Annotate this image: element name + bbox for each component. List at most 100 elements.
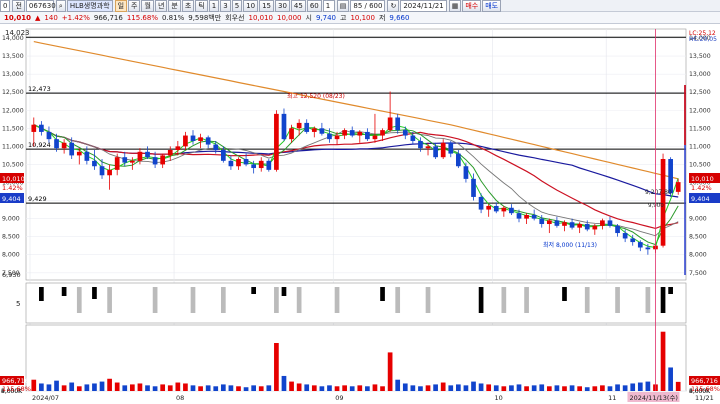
- candle-body[interactable]: [440, 142, 446, 158]
- candle-body[interactable]: [84, 151, 90, 161]
- candle-body[interactable]: [637, 242, 643, 248]
- candle-body[interactable]: [122, 157, 128, 163]
- stock-name-field[interactable]: HLB생명과학: [66, 0, 113, 12]
- candle-body[interactable]: [61, 142, 67, 149]
- candle-body[interactable]: [349, 130, 355, 136]
- candle-body[interactable]: [569, 222, 575, 228]
- candle-body[interactable]: [167, 149, 173, 156]
- candle-body[interactable]: [455, 153, 461, 167]
- sell-button[interactable]: 매도: [482, 0, 502, 12]
- period-day-button[interactable]: 일: [114, 0, 128, 12]
- candle-body[interactable]: [577, 224, 583, 228]
- interval-3-button[interactable]: 3: [220, 0, 231, 12]
- candle-body[interactable]: [258, 160, 264, 169]
- candle-body[interactable]: [493, 205, 499, 212]
- settings-icon[interactable]: ▤: [336, 0, 350, 12]
- market-type-button[interactable]: 전: [12, 0, 25, 12]
- refresh-icon[interactable]: ↻: [387, 0, 400, 12]
- candle-body[interactable]: [395, 117, 401, 131]
- candle-body[interactable]: [546, 220, 552, 225]
- candle-body[interactable]: [630, 238, 636, 243]
- candle-body[interactable]: [372, 135, 378, 140]
- candle-body[interactable]: [137, 151, 143, 161]
- candle-body[interactable]: [554, 220, 560, 226]
- candle-body[interactable]: [365, 131, 370, 140]
- candle-body[interactable]: [334, 135, 340, 140]
- candle-body[interactable]: [236, 159, 241, 167]
- interval-60-button[interactable]: 60: [306, 0, 322, 12]
- candle-body[interactable]: [478, 196, 484, 210]
- candle-body[interactable]: [675, 182, 681, 192]
- candle-body[interactable]: [114, 157, 120, 170]
- candle-body[interactable]: [92, 160, 97, 167]
- candle-body[interactable]: [471, 178, 476, 197]
- candle-body[interactable]: [524, 214, 529, 219]
- period-tick-button[interactable]: 틱: [195, 0, 208, 12]
- candle-body[interactable]: [190, 135, 196, 141]
- candle-body[interactable]: [539, 218, 545, 225]
- count-input[interactable]: 1: [322, 0, 335, 12]
- interval-15-button[interactable]: 15: [259, 0, 274, 12]
- candle-body[interactable]: [357, 131, 363, 136]
- candle-body[interactable]: [213, 144, 219, 150]
- candle-body[interactable]: [418, 140, 423, 149]
- candle-body[interactable]: [387, 117, 393, 131]
- interval-10-button[interactable]: 10: [243, 0, 259, 12]
- candle-body[interactable]: [402, 130, 408, 136]
- candle-body[interactable]: [39, 124, 44, 132]
- candle-body[interactable]: [69, 142, 75, 156]
- period-month-button[interactable]: 월: [141, 0, 154, 12]
- candle-body[interactable]: [107, 169, 112, 176]
- candle-body[interactable]: [228, 160, 234, 167]
- candle-body[interactable]: [622, 233, 628, 239]
- candle-body[interactable]: [160, 155, 166, 165]
- stock-chart[interactable]: 14,000 14,00013,500 13,50013,000 13,00012,5…: [0, 25, 720, 404]
- candle-body[interactable]: [615, 225, 620, 234]
- candle-body[interactable]: [31, 124, 37, 132]
- candle-body[interactable]: [531, 214, 537, 219]
- candle-body[interactable]: [342, 130, 347, 136]
- candle-body[interactable]: [516, 213, 522, 219]
- candle-body[interactable]: [76, 151, 82, 156]
- market-prefix[interactable]: 0: [0, 0, 11, 12]
- candle-body[interactable]: [266, 160, 272, 170]
- period-year-button[interactable]: 년: [154, 0, 168, 12]
- candle-body[interactable]: [54, 139, 59, 149]
- date-field[interactable]: 2024/11/21: [400, 0, 447, 12]
- candle-body[interactable]: [311, 128, 317, 132]
- candle-body[interactable]: [145, 151, 150, 158]
- search-icon[interactable]: ⌕: [55, 0, 66, 12]
- candle-body[interactable]: [645, 247, 651, 250]
- candle-body[interactable]: [183, 135, 188, 147]
- interval-5-button[interactable]: 5: [231, 0, 243, 12]
- candle-body[interactable]: [486, 205, 492, 210]
- interval-30-button[interactable]: 30: [275, 0, 290, 12]
- candle-body[interactable]: [425, 146, 431, 149]
- interval-45-button[interactable]: 45: [290, 0, 306, 12]
- candle-body[interactable]: [509, 207, 514, 214]
- candle-body[interactable]: [327, 133, 332, 140]
- candle-body[interactable]: [562, 222, 567, 226]
- candle-body[interactable]: [46, 131, 52, 140]
- range-field[interactable]: 85 / 600: [350, 0, 386, 12]
- candle-body[interactable]: [501, 207, 507, 212]
- candle-body[interactable]: [304, 122, 310, 132]
- candle-body[interactable]: [198, 137, 203, 141]
- candle-body[interactable]: [433, 146, 438, 158]
- candle-body[interactable]: [175, 146, 181, 150]
- candle-body[interactable]: [448, 142, 454, 154]
- candle-body[interactable]: [463, 166, 469, 179]
- candle-body[interactable]: [289, 128, 294, 140]
- candle-body[interactable]: [205, 137, 211, 145]
- candle-body[interactable]: [319, 128, 325, 134]
- candle-body[interactable]: [281, 113, 287, 140]
- candle-body[interactable]: [584, 224, 590, 230]
- candle-body[interactable]: [152, 157, 158, 165]
- candle-body[interactable]: [607, 220, 613, 226]
- candle-body[interactable]: [220, 149, 226, 161]
- interval-1-button[interactable]: 1: [208, 0, 220, 12]
- candle-body[interactable]: [251, 164, 257, 169]
- buy-button[interactable]: 매수: [462, 0, 482, 12]
- candle-body[interactable]: [99, 166, 105, 176]
- candle-body[interactable]: [129, 160, 135, 163]
